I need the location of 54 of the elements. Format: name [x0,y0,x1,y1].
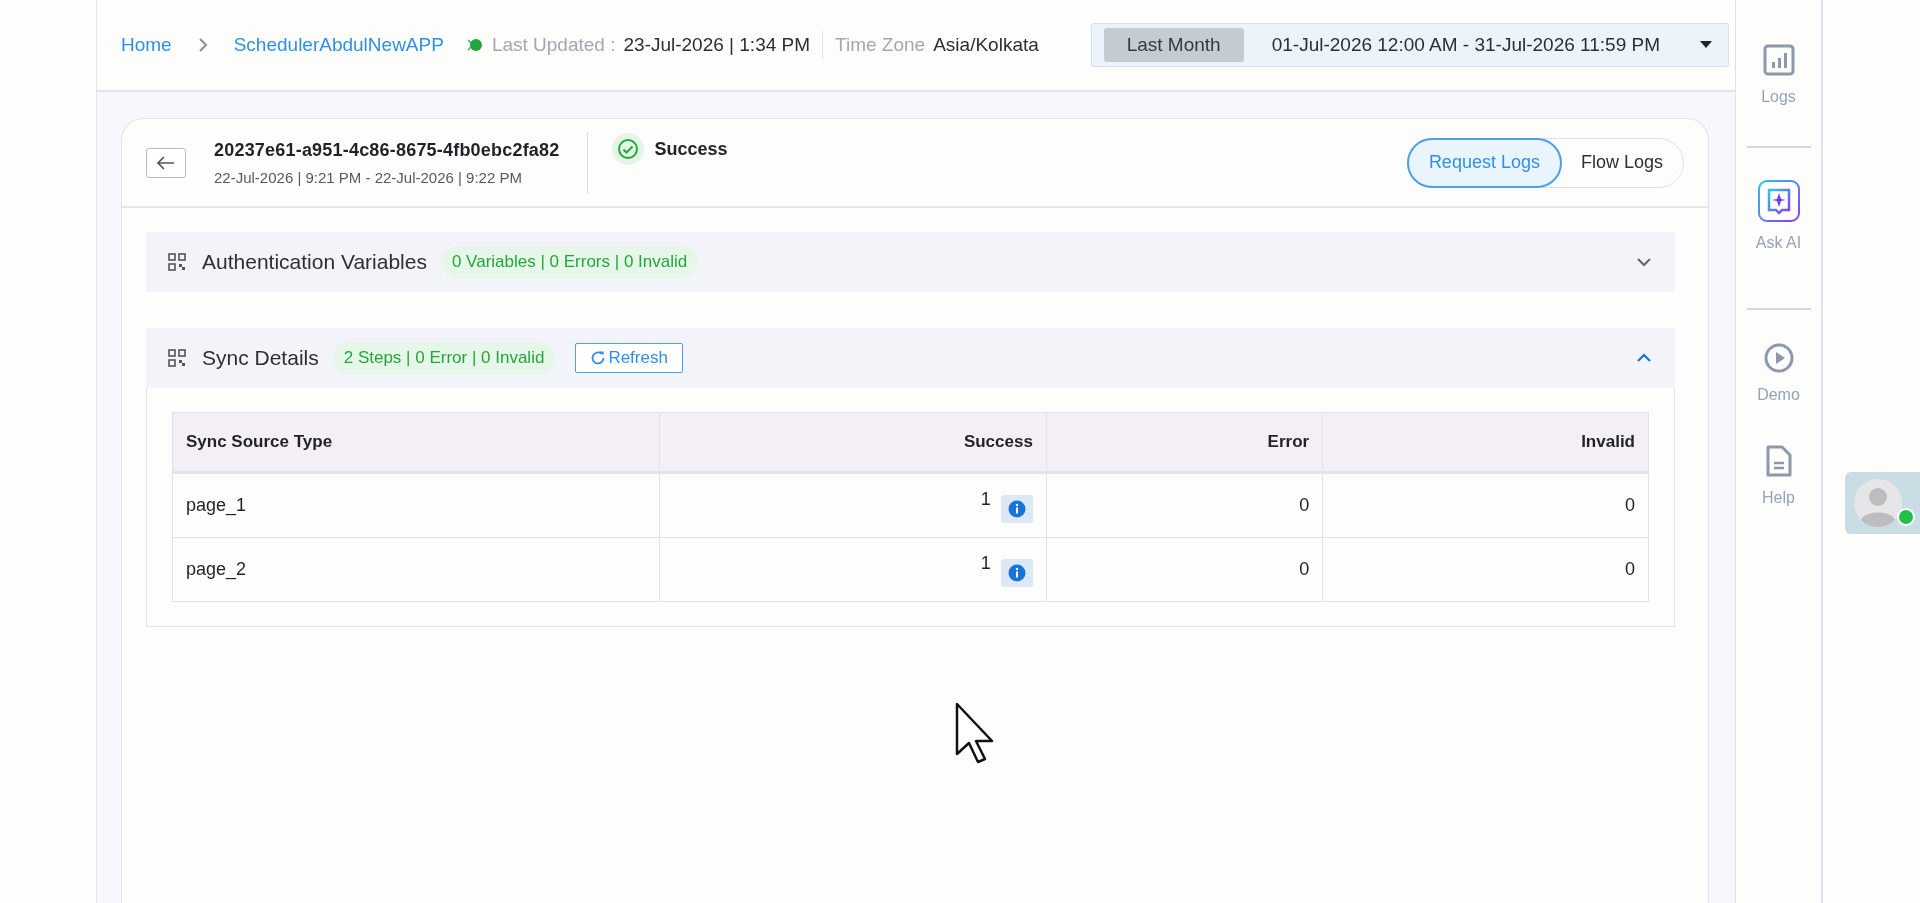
play-icon [1762,342,1795,374]
sidebar-label[interactable]: Logs [1761,88,1796,106]
run-time-range: 22-Jul-2026 | 9:21 PM - 22-Jul-2026 | 9:22 PM [214,168,523,186]
avatar-icon [1853,478,1903,528]
sidebar-label[interactable]: Ask AI [1755,234,1802,252]
log-tab[interactable]: Flow Logs [1560,138,1683,187]
run-id: 20237e61-a951-4c86-8675-4fb0ebc2fa82 [214,139,560,161]
arrow-left-icon [157,155,175,170]
last-updated-label: Last Updated : [491,34,616,56]
table-cell: 0 [1625,495,1635,515]
table-cell: 0 [1299,495,1310,515]
grid-icon [168,253,186,271]
sparkle-icon [1757,180,1800,222]
date-range-picker[interactable]: Last Month 01-Jul-2026 12:00 AM - 31-Jul-2026 11:59 PM [1090,23,1729,67]
refresh-icon [590,350,607,366]
column-header: Invalid [1322,412,1649,473]
cursor-icon [955,702,995,764]
table-cell: 0 [1299,559,1310,579]
section-title: Sync Details [202,346,319,370]
table-cell: page_1 [186,495,247,515]
column-header: Success [659,412,1047,473]
table-cell: 0 [1625,559,1635,579]
info-icon [1007,563,1026,582]
info-icon [1007,499,1026,518]
preset-chip[interactable]: Last Month [1103,28,1244,62]
caret-down-icon [1700,41,1712,49]
refresh-button[interactable]: Refresh [575,343,683,373]
section-header[interactable]: Sync Details 2 Steps | 0 Error | 0 Invalid Refresh [146,328,1675,388]
info-button[interactable] [1000,558,1033,587]
column-header: Error [1046,412,1323,473]
time-zone-label: Time Zone [835,34,926,56]
column-header: Sync Source Type [172,412,660,473]
chevron-right-icon [197,37,208,53]
check-circle-icon [612,133,645,165]
grid-icon [168,349,186,367]
sidebar-label[interactable]: Help [1762,489,1795,507]
log-tab[interactable]: Request Logs [1406,137,1562,188]
table-cell: page_2 [186,559,247,579]
sidebar-label[interactable]: Demo [1757,386,1800,404]
bar-chart-icon [1762,44,1795,76]
summary-badge: 0 Variables | 0 Errors | 0 Invalid [440,246,699,278]
section-title: Authentication Variables [202,250,427,274]
table-cell: 1 [980,488,991,510]
last-updated-value: 23-Jul-2026 | 1:34 PM [623,34,811,56]
table-cell: 1 [980,552,991,574]
breadcrumb-link[interactable]: Home [121,34,172,56]
section-header[interactable]: Authentication Variables 0 Variables | 0 Errors | 0 Invalid [146,232,1675,292]
date-range-text: 01-Jul-2026 12:00 AM - 31-Jul-2026 11:59 PM [1271,34,1660,56]
time-zone-value: Asia/Kolkata [933,34,1039,56]
status-label: Success [654,138,728,160]
info-button[interactable] [1000,494,1033,523]
summary-badge: 2 Steps | 0 Error | 0 Invalid [332,342,556,374]
breadcrumb-link[interactable]: SchedulerAbdulNewAPP [233,34,444,56]
back-button[interactable] [146,147,186,178]
